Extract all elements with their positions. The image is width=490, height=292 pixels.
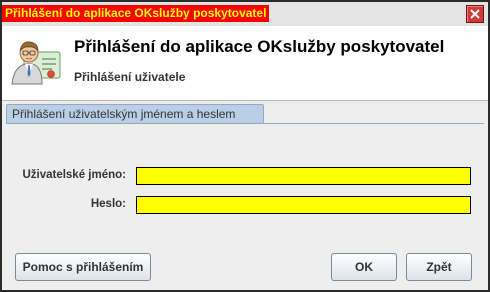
ok-button[interactable]: OK bbox=[331, 253, 397, 281]
password-label: Heslo: bbox=[90, 198, 126, 210]
close-icon bbox=[470, 9, 480, 19]
back-button[interactable]: Zpět bbox=[406, 253, 472, 281]
login-dialog: Přihlášení do aplikace OKslužby poskytov… bbox=[0, 0, 490, 292]
username-input[interactable] bbox=[136, 167, 471, 185]
dialog-heading: Přihlášení do aplikace OKslužby poskytov… bbox=[74, 37, 445, 56]
close-button[interactable] bbox=[466, 5, 484, 23]
title-bar[interactable]: Přihlášení do aplikace OKslužby poskytov… bbox=[2, 2, 488, 26]
dialog-header: Přihlášení do aplikace OKslužby poskytov… bbox=[2, 26, 488, 100]
window-title: Přihlášení do aplikace OKslužby poskytov… bbox=[2, 5, 270, 22]
user-id-card-icon bbox=[10, 34, 64, 88]
tab-password-login[interactable]: Přihlášení uživatelským jménem a heslem bbox=[6, 104, 264, 123]
dialog-subheading: Přihlášení uživatele bbox=[74, 70, 186, 84]
header-divider bbox=[2, 100, 488, 101]
tab-divider bbox=[6, 123, 484, 124]
password-input[interactable] bbox=[136, 196, 471, 214]
username-label: Uživatelské jméno: bbox=[22, 169, 126, 181]
help-button[interactable]: Pomoc s přihlášením bbox=[15, 253, 151, 281]
